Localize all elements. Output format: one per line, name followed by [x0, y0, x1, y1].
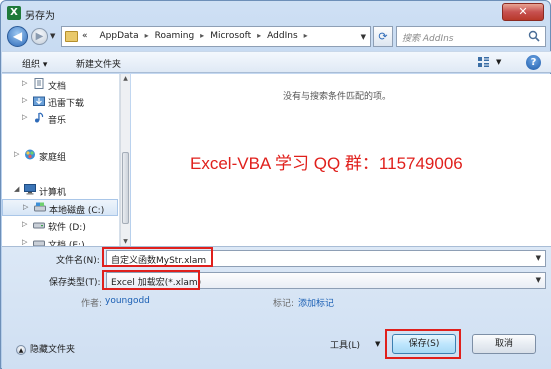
filetype-select[interactable]: Excel 加载宏(*.xlam) ▼ — [106, 272, 546, 289]
download-icon — [33, 96, 45, 106]
sidebar-item-label: 音乐 — [48, 116, 67, 126]
breadcrumb-item[interactable]: AddIns — [267, 31, 297, 41]
navigation-bar: ◀ ▶ ▼ « AppData ▸ Roaming ▸ Microsoft ▸ … — [7, 26, 546, 48]
filename-dropdown-icon[interactable]: ▼ — [536, 254, 541, 262]
document-icon — [34, 78, 44, 89]
watermark-text: Excel-VBA 学习 QQ 群：115749006 — [190, 154, 463, 173]
chevron-right-icon[interactable]: ▸ — [200, 31, 204, 41]
file-list[interactable]: 没有与搜索条件匹配的项。 Excel-VBA 学习 QQ 群：115749006 — [131, 74, 551, 246]
filetype-dropdown-icon[interactable]: ▼ — [536, 276, 541, 284]
navigation-pane: ▷ 文档 ▷ 迅雷下载 ▷ 音乐 ▷ 家庭组 ◢ 计算机 ▷ 本地磁盘 (C:) — [2, 74, 120, 246]
excel-app-icon: X — [7, 6, 21, 20]
expand-arrow-icon[interactable]: ▷ — [22, 113, 27, 121]
chevron-right-icon[interactable]: ▸ — [145, 31, 149, 41]
music-icon — [35, 112, 44, 123]
scroll-down-icon[interactable]: ▼ — [121, 238, 130, 245]
collapse-arrow-icon[interactable]: ◢ — [14, 185, 19, 193]
filename-value: 自定义函数MyStr.xlam — [111, 256, 207, 266]
close-button[interactable]: ✕ — [502, 3, 544, 21]
sidebar-item-xunlei-downloads[interactable]: ▷ 迅雷下载 — [2, 93, 118, 110]
address-bar[interactable]: « AppData ▸ Roaming ▸ Microsoft ▸ AddIns… — [61, 26, 371, 47]
refresh-button[interactable]: ⟳ — [373, 26, 393, 47]
expand-arrow-icon[interactable]: ▷ — [22, 238, 27, 246]
chevron-right-icon[interactable]: ▸ — [304, 31, 308, 41]
expand-arrow-icon[interactable]: ▷ — [14, 150, 19, 158]
chevron-right-icon[interactable]: ▸ — [257, 31, 261, 41]
tags-label: 标记: — [273, 299, 295, 309]
hide-folders-label: 隐藏文件夹 — [30, 345, 76, 355]
history-dropdown-icon[interactable]: ▼ — [50, 32, 55, 40]
sidebar-item-music[interactable]: ▷ 音乐 — [2, 110, 118, 127]
help-icon[interactable]: ? — [526, 55, 541, 70]
search-placeholder: 搜索 AddIns — [402, 34, 454, 44]
expand-arrow-icon[interactable]: ▷ — [23, 203, 28, 211]
sidebar-item-label: 迅雷下载 — [48, 99, 85, 109]
breadcrumb-overflow[interactable]: « — [82, 31, 88, 41]
add-tags-link[interactable]: 添加标记 — [298, 296, 334, 309]
back-button[interactable]: ◀ — [7, 26, 28, 47]
folder-icon — [65, 31, 78, 42]
title-bar: X 另存为 ✕ — [1, 1, 550, 25]
view-options-icon[interactable] — [478, 57, 489, 68]
sidebar-item-label: 软件 (D:) — [48, 223, 86, 233]
drive-icon — [34, 202, 46, 212]
save-form-panel: 文件名(N): 自定义函数MyStr.xlam ▼ 保存类型(T): Excel… — [2, 246, 551, 369]
scroll-up-icon[interactable]: ▲ — [121, 75, 130, 82]
organize-menu[interactable]: 组织 ▾ — [22, 57, 47, 70]
expand-arrow-icon[interactable]: ▷ — [22, 96, 27, 104]
sidebar-item-label: 文档 (E:) — [48, 241, 85, 246]
sidebar-item-drive-d[interactable]: ▷ 软件 (D:) — [2, 217, 118, 234]
sidebar-item-computer[interactable]: ◢ 计算机 — [2, 182, 118, 199]
scrollbar-thumb[interactable] — [122, 152, 129, 224]
sidebar-item-documents[interactable]: ▷ 文档 — [2, 76, 118, 93]
search-icon — [528, 30, 540, 42]
tools-menu[interactable]: 工具(L) — [330, 338, 360, 351]
drive-icon — [33, 240, 45, 246]
computer-icon — [24, 184, 36, 195]
drive-icon — [33, 222, 45, 229]
new-folder-button[interactable]: 新建文件夹 — [76, 57, 121, 70]
search-input[interactable]: 搜索 AddIns — [396, 26, 546, 47]
save-as-dialog: X 另存为 ✕ ◀ ▶ ▼ « AppData ▸ Roaming ▸ Micr… — [0, 0, 551, 369]
expand-arrow-icon[interactable]: ▷ — [22, 79, 27, 87]
breadcrumb: « AppData ▸ Roaming ▸ Microsoft ▸ AddIns… — [82, 31, 314, 41]
sidebar-item-homegroup[interactable]: ▷ 家庭组 — [2, 147, 118, 164]
sidebar-item-label: 计算机 — [39, 188, 67, 198]
sidebar-item-drive-e[interactable]: ▷ 文档 (E:) — [2, 235, 118, 246]
dialog-title: 另存为 — [25, 11, 55, 22]
collapse-up-icon: ▲ — [16, 344, 26, 355]
filetype-value: Excel 加载宏(*.xlam) — [111, 278, 202, 288]
cancel-button[interactable]: 取消 — [472, 334, 536, 354]
breadcrumb-item[interactable]: AppData — [100, 31, 139, 41]
save-button[interactable]: 保存(S) — [392, 334, 456, 354]
empty-results-message: 没有与搜索条件匹配的项。 — [283, 92, 392, 102]
sidebar-item-label: 本地磁盘 (C:) — [49, 206, 105, 216]
address-dropdown-icon[interactable]: ▼ — [361, 33, 366, 41]
breadcrumb-item[interactable]: Roaming — [155, 31, 195, 41]
tools-dropdown-icon[interactable]: ▼ — [375, 340, 380, 348]
hide-folders-toggle[interactable]: ▲ 隐藏文件夹 — [16, 342, 75, 355]
sidebar-item-label: 文档 — [48, 82, 67, 92]
filename-label: 文件名(N): — [56, 256, 100, 266]
breadcrumb-item[interactable]: Microsoft — [210, 31, 251, 41]
forward-button[interactable]: ▶ — [31, 28, 48, 45]
homegroup-icon — [25, 149, 35, 160]
expand-arrow-icon[interactable]: ▷ — [22, 220, 27, 228]
filename-field[interactable]: 自定义函数MyStr.xlam ▼ — [106, 250, 546, 267]
author-label: 作者: — [81, 299, 103, 309]
author-value[interactable]: youngodd — [105, 296, 150, 306]
sidebar-item-label: 家庭组 — [39, 153, 67, 163]
command-toolbar: 组织 ▾ 新建文件夹 ▼ ? — [2, 51, 551, 73]
sidebar-scrollbar[interactable]: ▲ ▼ — [120, 74, 130, 246]
sidebar-item-drive-c[interactable]: ▷ 本地磁盘 (C:) — [2, 199, 118, 216]
filetype-label: 保存类型(T): — [49, 278, 101, 288]
view-dropdown-icon[interactable]: ▼ — [496, 58, 501, 66]
